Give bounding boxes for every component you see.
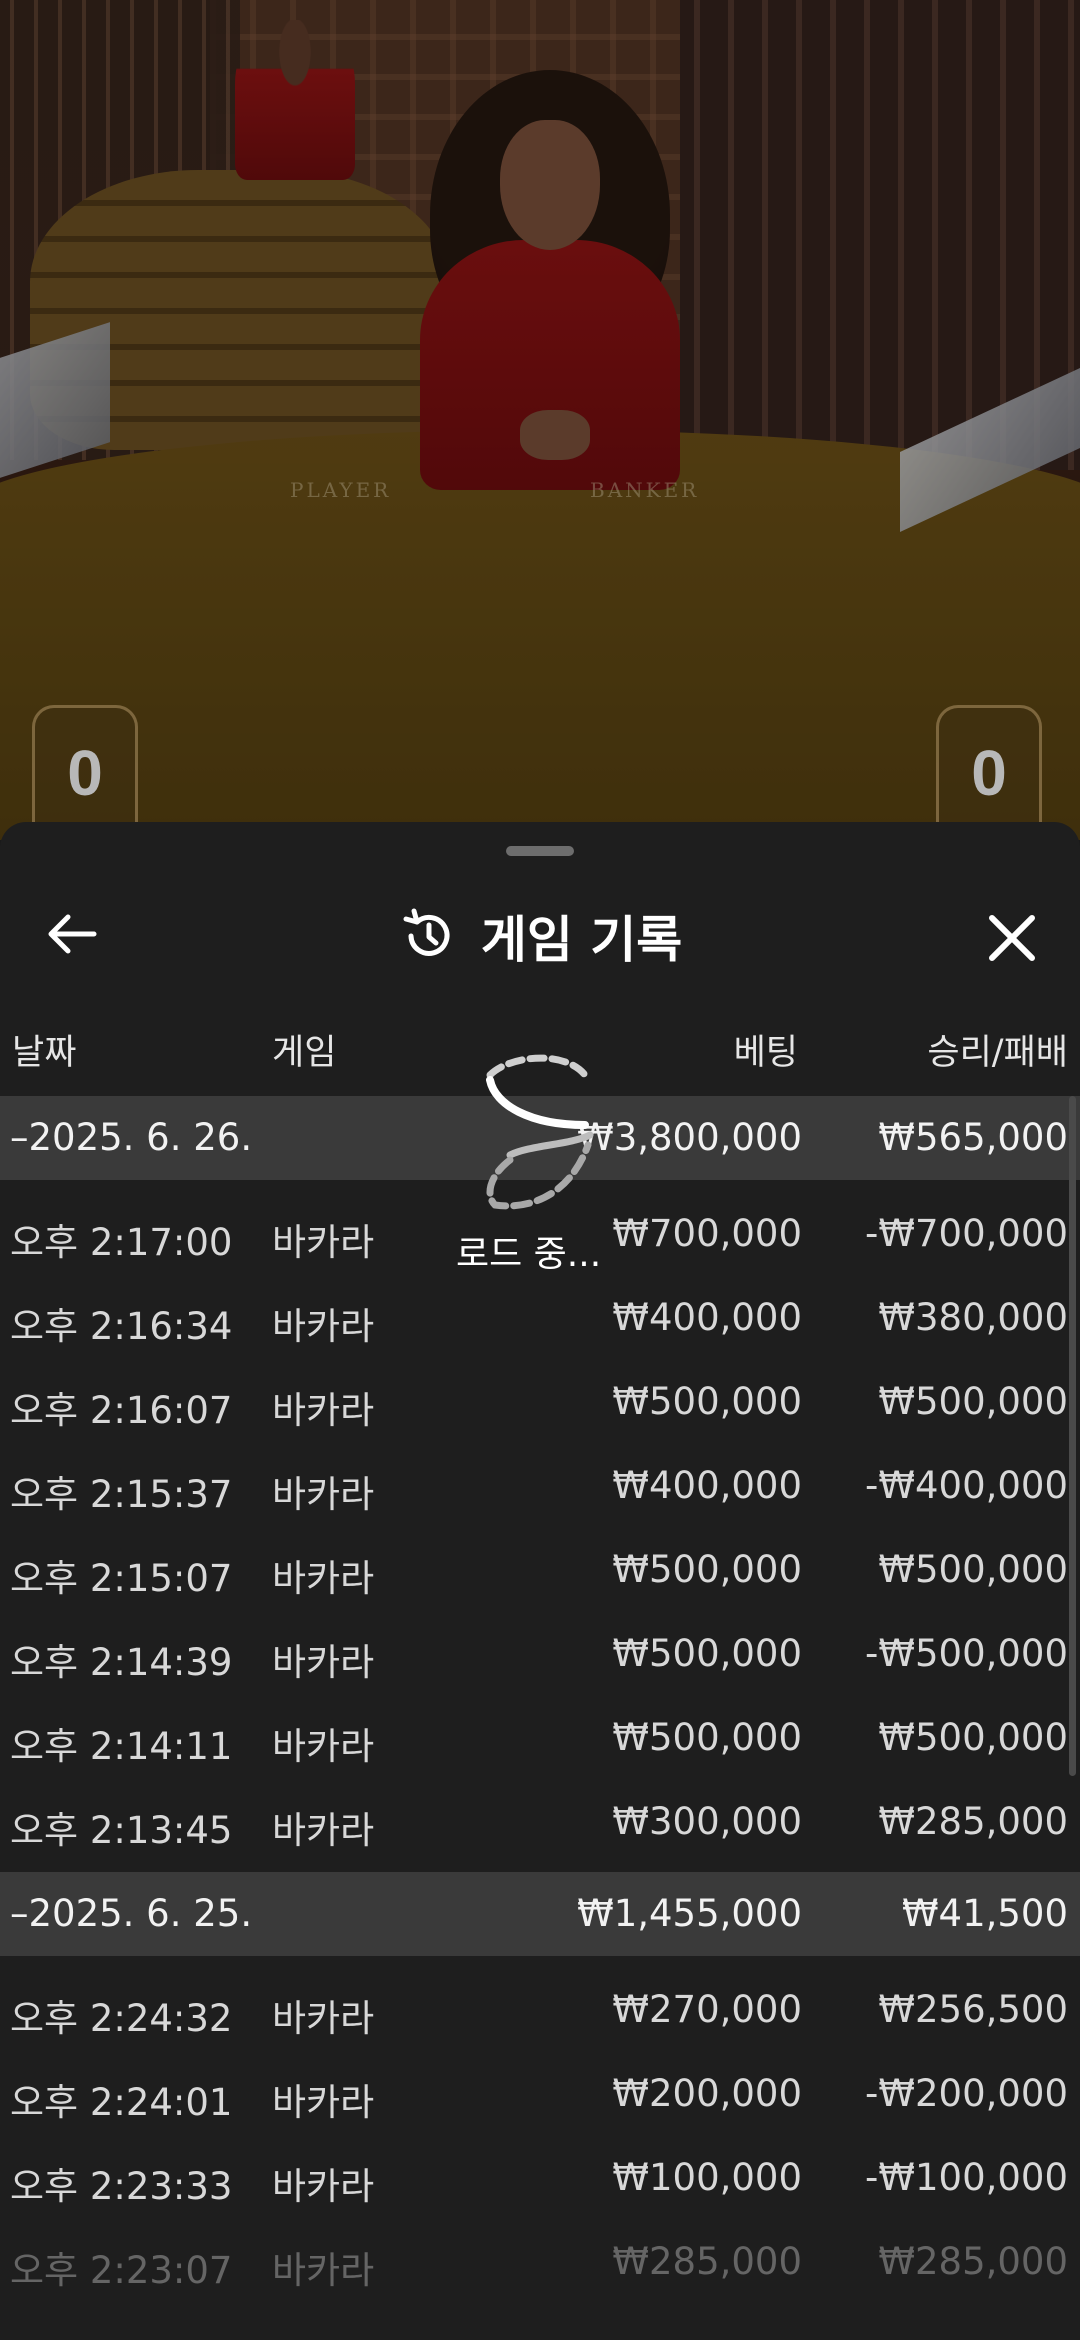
loading-text: 로드 중... <box>456 1234 602 1275</box>
header-title-group: 게임 기록 <box>0 900 1080 972</box>
group-date: –2025. 6. 26. <box>10 1116 253 1159</box>
row-game: 바카라 <box>272 1725 375 1768</box>
column-winloss: 승리/패배 <box>927 1033 1068 1073</box>
row-bet: ₩500,000 <box>612 1716 802 1759</box>
scrollbar[interactable] <box>1069 1096 1076 1776</box>
row-bet: ₩700,000 <box>612 1212 802 1255</box>
history-row[interactable]: 오후 2:16:07 바카라 ₩500,000 ₩500,000 <box>0 1358 1080 1442</box>
row-winloss: ₩500,000 <box>878 1548 1068 1591</box>
row-time: 오후 2:16:34 <box>10 1305 233 1348</box>
row-winloss: ₩500,000 <box>878 1716 1068 1759</box>
row-time: 오후 2:17:00 <box>10 1221 233 1264</box>
group-win-total: ₩41,500 <box>901 1892 1068 1935</box>
history-row[interactable]: 오후 2:14:39 바카라 ₩500,000 -₩500,000 <box>0 1610 1080 1694</box>
row-game: 바카라 <box>272 1809 375 1852</box>
row-bet: ₩500,000 <box>612 1632 802 1675</box>
page-title: 게임 기록 <box>480 911 683 969</box>
group-win-total: ₩565,000 <box>878 1116 1068 1159</box>
row-game: 바카라 <box>272 2165 375 2208</box>
row-bet: ₩500,000 <box>612 1380 802 1423</box>
row-winloss: -₩700,000 <box>865 1212 1068 1255</box>
game-history-sheet: 게임 기록 날짜 게임 베팅 승리/패배 –2025. 6. 26. ₩3,80… <box>0 822 1080 2340</box>
row-bet: ₩400,000 <box>612 1296 802 1339</box>
row-bet: ₩200,000 <box>612 2072 802 2115</box>
row-winloss: ₩500,000 <box>878 1380 1068 1423</box>
row-game: 바카라 <box>272 1641 375 1684</box>
row-time: 오후 2:15:37 <box>10 1473 233 1516</box>
row-bet: ₩500,000 <box>612 1548 802 1591</box>
row-winloss: -₩200,000 <box>865 2072 1068 2115</box>
row-winloss: -₩100,000 <box>865 2156 1068 2199</box>
history-row[interactable]: 오후 2:14:11 바카라 ₩500,000 ₩500,000 <box>0 1694 1080 1778</box>
player-score: 0 <box>32 705 138 838</box>
history-row[interactable]: 오후 2:24:32 바카라 ₩270,000 ₩256,500 <box>0 1966 1080 2050</box>
row-time: 오후 2:14:39 <box>10 1641 233 1684</box>
banker-score: 0 <box>936 705 1042 838</box>
row-game: 바카라 <box>272 1305 375 1348</box>
row-game: 바카라 <box>272 1473 375 1516</box>
row-time: 오후 2:13:45 <box>10 1809 233 1852</box>
column-game: 게임 <box>272 1033 337 1073</box>
row-time: 오후 2:15:07 <box>10 1557 233 1600</box>
history-row[interactable]: 오후 2:16:34 바카라 ₩400,000 ₩380,000 <box>0 1274 1080 1358</box>
row-bet: ₩100,000 <box>612 2156 802 2199</box>
date-group-header[interactable]: –2025. 6. 26. ₩3,800,000 ₩565,000 <box>0 1096 1080 1180</box>
row-winloss: ₩285,000 <box>878 2240 1068 2283</box>
history-row[interactable]: 오후 2:15:37 바카라 ₩400,000 -₩400,000 <box>0 1442 1080 1526</box>
sheet-drag-handle[interactable] <box>506 846 574 856</box>
group-bet-total: ₩1,455,000 <box>577 1892 802 1935</box>
row-game: 바카라 <box>272 1221 375 1264</box>
row-winloss: ₩285,000 <box>878 1800 1068 1843</box>
history-row[interactable]: 오후 2:13:45 바카라 ₩300,000 ₩285,000 <box>0 1778 1080 1862</box>
history-row[interactable]: 오후 2:15:07 바카라 ₩500,000 ₩500,000 <box>0 1526 1080 1610</box>
row-bet: ₩400,000 <box>612 1464 802 1507</box>
date-group-header[interactable]: –2025. 6. 25. ₩1,455,000 ₩41,500 <box>0 1872 1080 1956</box>
close-icon <box>989 915 1035 961</box>
row-time: 오후 2:24:32 <box>10 1997 233 2040</box>
row-game: 바카라 <box>272 2081 375 2124</box>
column-date: 날짜 <box>12 1033 77 1073</box>
history-row[interactable]: 오후 2:24:01 바카라 ₩200,000 -₩200,000 <box>0 2050 1080 2134</box>
history-row[interactable]: 오후 2:23:07 바카라 ₩285,000 ₩285,000 <box>0 2218 1080 2302</box>
row-time: 오후 2:23:07 <box>10 2249 233 2292</box>
history-icon <box>403 908 450 956</box>
row-bet: ₩270,000 <box>612 1988 802 2031</box>
scene-dim-overlay <box>0 0 1080 840</box>
row-winloss: -₩500,000 <box>865 1632 1068 1675</box>
row-time: 오후 2:14:11 <box>10 1725 233 1768</box>
group-date: –2025. 6. 25. <box>10 1892 253 1935</box>
row-bet: ₩285,000 <box>612 2240 802 2283</box>
history-row[interactable]: 오후 2:23:33 바카라 ₩100,000 -₩100,000 <box>0 2134 1080 2218</box>
row-game: 바카라 <box>272 1557 375 1600</box>
row-time: 오후 2:16:07 <box>10 1389 233 1432</box>
row-game: 바카라 <box>272 1997 375 2040</box>
row-time: 오후 2:23:33 <box>10 2165 233 2208</box>
row-winloss: ₩380,000 <box>878 1296 1068 1339</box>
sheet-header: 게임 기록 <box>0 882 1080 992</box>
row-bet: ₩300,000 <box>612 1800 802 1843</box>
row-winloss: ₩256,500 <box>878 1988 1068 2031</box>
column-headers: 날짜 게임 베팅 승리/패배 <box>0 1002 1080 1096</box>
live-table-video: PLAYER BANKER 0 0 <box>0 0 1080 840</box>
group-bet-total: ₩3,800,000 <box>577 1116 802 1159</box>
row-time: 오후 2:24:01 <box>10 2081 233 2124</box>
row-winloss: -₩400,000 <box>865 1464 1068 1507</box>
column-bet: 베팅 <box>733 1033 798 1073</box>
row-game: 바카라 <box>272 2249 375 2292</box>
row-game: 바카라 <box>272 1389 375 1432</box>
close-button[interactable] <box>972 898 1052 978</box>
